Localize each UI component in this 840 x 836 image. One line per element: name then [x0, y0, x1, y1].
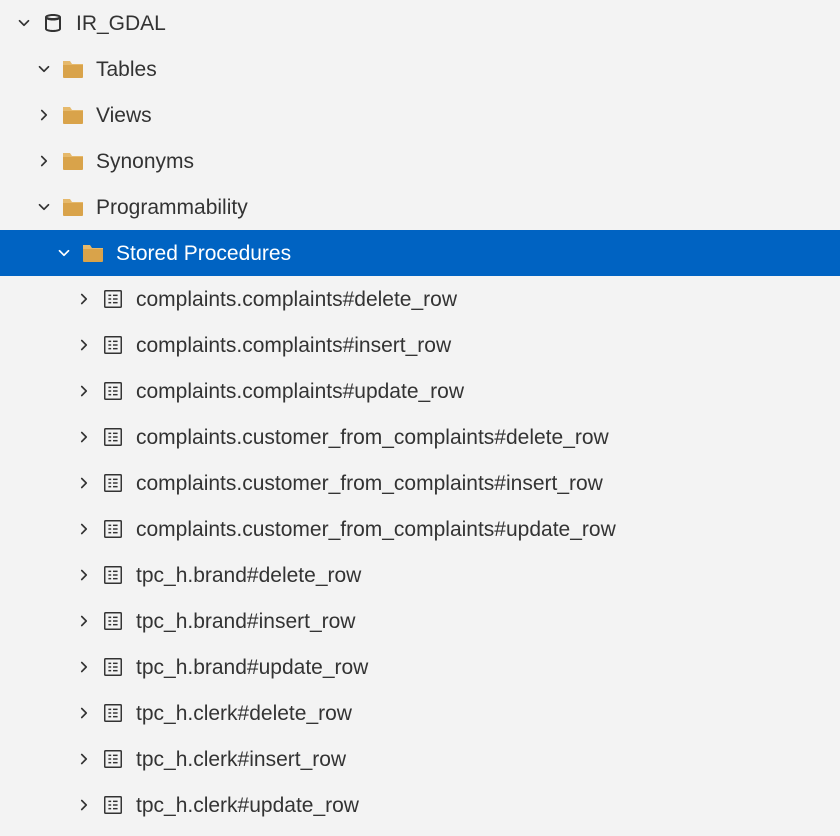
- folder-icon: [58, 150, 88, 172]
- procedure-label: complaints.complaints#insert_row: [136, 335, 451, 356]
- folder-icon: [78, 242, 108, 264]
- stored-procedure-icon: [98, 288, 128, 310]
- chevron-down-icon[interactable]: [50, 244, 78, 262]
- database-label: IR_GDAL: [76, 13, 166, 34]
- procedure-label: tpc_h.brand#insert_row: [136, 611, 355, 632]
- tree-node-procedure[interactable]: tpc_h.clerk#update_row: [0, 782, 840, 828]
- views-label: Views: [96, 105, 152, 126]
- stored-procedure-icon: [98, 426, 128, 448]
- stored-procedure-icon: [98, 748, 128, 770]
- procedure-label: tpc_h.brand#update_row: [136, 657, 368, 678]
- stored-procedure-icon: [98, 564, 128, 586]
- chevron-right-icon[interactable]: [70, 428, 98, 446]
- chevron-right-icon[interactable]: [70, 612, 98, 630]
- tree-node-programmability[interactable]: Programmability: [0, 184, 840, 230]
- stored-procedure-icon: [98, 794, 128, 816]
- stored-procedure-icon: [98, 472, 128, 494]
- stored-procedure-icon: [98, 656, 128, 678]
- chevron-right-icon[interactable]: [70, 658, 98, 676]
- tree-node-procedure[interactable]: tpc_h.brand#insert_row: [0, 598, 840, 644]
- chevron-right-icon[interactable]: [70, 382, 98, 400]
- chevron-right-icon[interactable]: [70, 520, 98, 538]
- programmability-label: Programmability: [96, 197, 248, 218]
- tree-node-procedure[interactable]: tpc_h.brand#update_row: [0, 644, 840, 690]
- stored-procedure-icon: [98, 518, 128, 540]
- database-icon: [38, 11, 68, 35]
- tree-node-synonyms[interactable]: Synonyms: [0, 138, 840, 184]
- tree-node-procedure[interactable]: complaints.complaints#update_row: [0, 368, 840, 414]
- chevron-right-icon[interactable]: [30, 106, 58, 124]
- stored-procedure-icon: [98, 334, 128, 356]
- folder-icon: [58, 196, 88, 218]
- stored-procedure-icon: [98, 702, 128, 724]
- tree-node-tables[interactable]: Tables: [0, 46, 840, 92]
- procedure-label: tpc_h.brand#delete_row: [136, 565, 361, 586]
- procedure-label: complaints.customer_from_complaints#inse…: [136, 473, 603, 494]
- procedure-label: complaints.customer_from_complaints#dele…: [136, 427, 609, 448]
- tree-node-procedure[interactable]: complaints.customer_from_complaints#inse…: [0, 460, 840, 506]
- tree-node-database[interactable]: IR_GDAL: [0, 0, 840, 46]
- stored-procedure-icon: [98, 380, 128, 402]
- tree-node-procedure[interactable]: complaints.complaints#insert_row: [0, 322, 840, 368]
- chevron-down-icon[interactable]: [30, 60, 58, 78]
- tree-node-procedure[interactable]: complaints.customer_from_complaints#dele…: [0, 414, 840, 460]
- procedure-label: complaints.complaints#update_row: [136, 381, 464, 402]
- chevron-right-icon[interactable]: [70, 796, 98, 814]
- folder-icon: [58, 58, 88, 80]
- tree-node-procedure[interactable]: tpc_h.clerk#delete_row: [0, 690, 840, 736]
- chevron-right-icon[interactable]: [70, 290, 98, 308]
- chevron-right-icon[interactable]: [70, 474, 98, 492]
- chevron-right-icon[interactable]: [70, 750, 98, 768]
- tree-node-procedure[interactable]: complaints.customer_from_complaints#upda…: [0, 506, 840, 552]
- chevron-right-icon[interactable]: [30, 152, 58, 170]
- procedure-label: complaints.complaints#delete_row: [136, 289, 457, 310]
- chevron-down-icon[interactable]: [10, 14, 38, 32]
- tables-label: Tables: [96, 59, 157, 80]
- chevron-down-icon[interactable]: [30, 198, 58, 216]
- chevron-right-icon[interactable]: [70, 704, 98, 722]
- procedure-label: tpc_h.clerk#insert_row: [136, 749, 346, 770]
- chevron-right-icon[interactable]: [70, 566, 98, 584]
- stored-procedure-icon: [98, 610, 128, 632]
- procedure-label: complaints.customer_from_complaints#upda…: [136, 519, 616, 540]
- synonyms-label: Synonyms: [96, 151, 194, 172]
- procedure-label: tpc_h.clerk#update_row: [136, 795, 359, 816]
- chevron-right-icon[interactable]: [70, 336, 98, 354]
- tree-node-views[interactable]: Views: [0, 92, 840, 138]
- tree-node-procedure[interactable]: tpc_h.brand#delete_row: [0, 552, 840, 598]
- procedure-label: tpc_h.clerk#delete_row: [136, 703, 352, 724]
- tree-node-procedure[interactable]: complaints.complaints#delete_row: [0, 276, 840, 322]
- folder-icon: [58, 104, 88, 126]
- tree-node-stored-procedures[interactable]: Stored Procedures: [0, 230, 840, 276]
- stored-procedures-label: Stored Procedures: [116, 243, 291, 264]
- tree-node-procedure[interactable]: tpc_h.clerk#insert_row: [0, 736, 840, 782]
